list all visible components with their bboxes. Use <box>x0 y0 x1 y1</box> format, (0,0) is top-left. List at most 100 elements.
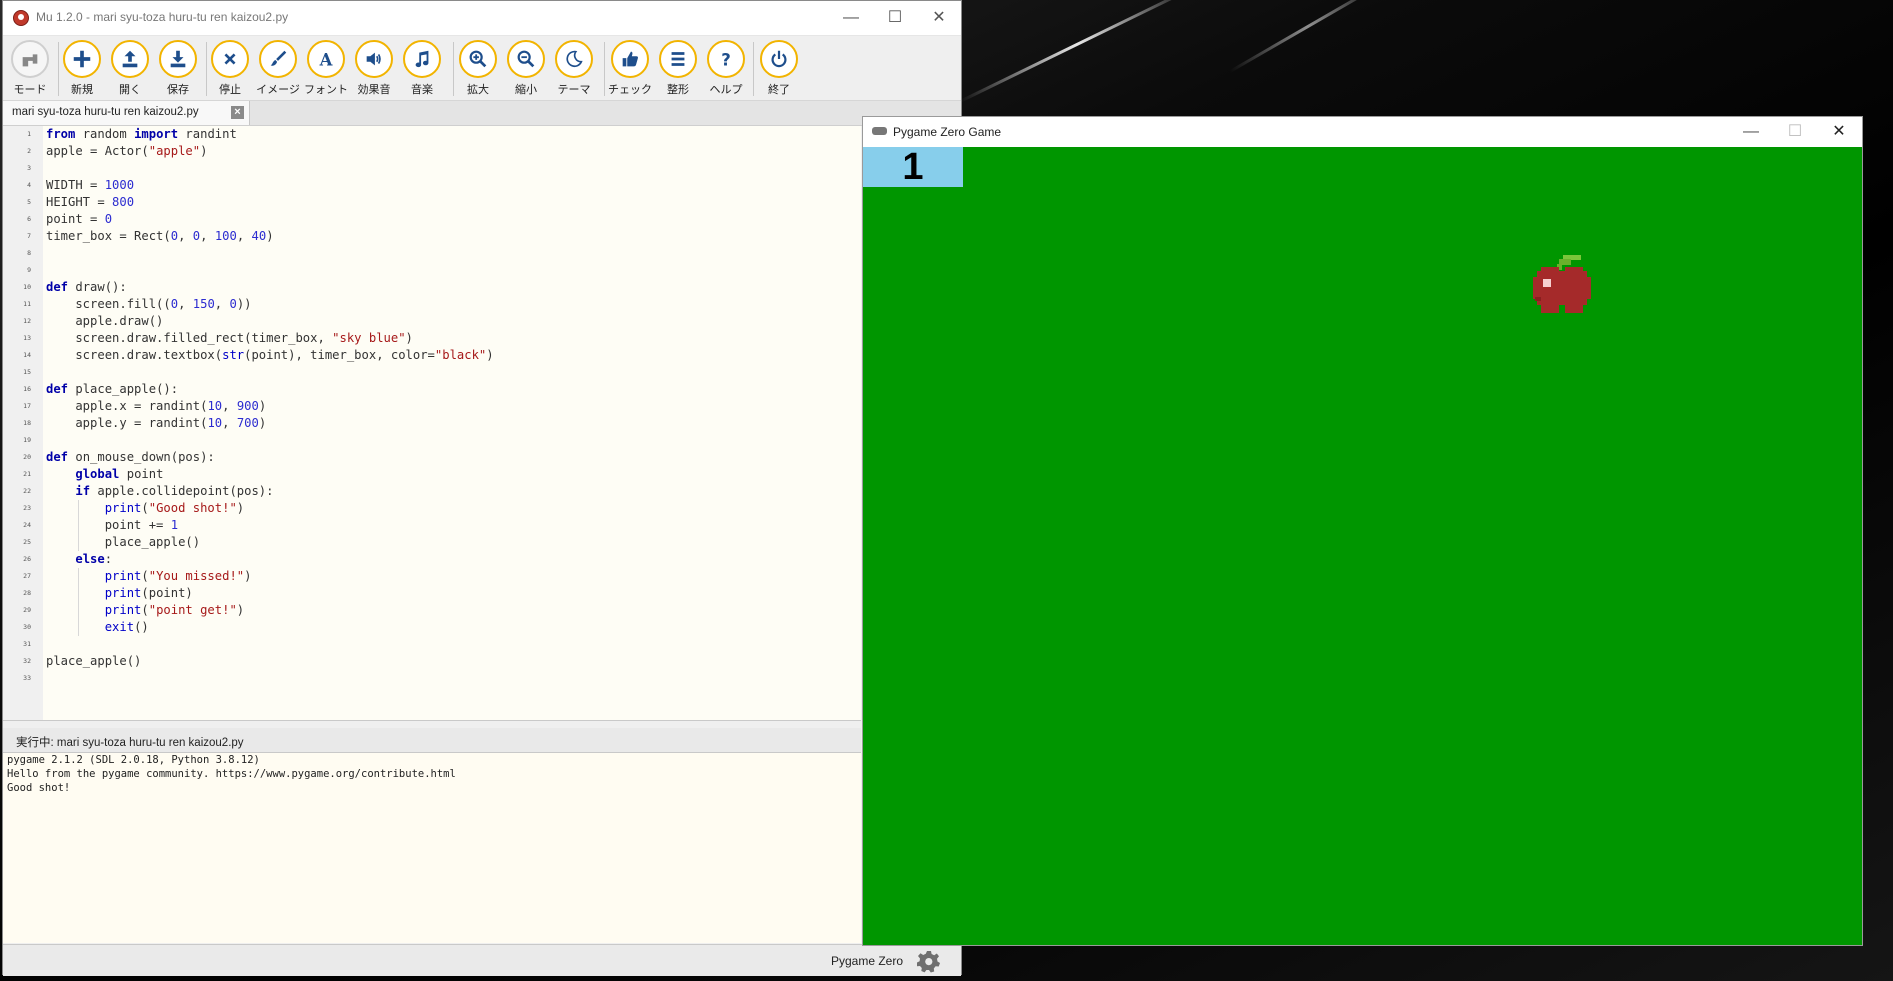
zoom-in-icon <box>459 40 497 78</box>
quit-button[interactable]: 終了 <box>755 40 803 98</box>
toolbar-separator <box>604 42 605 96</box>
code-line[interactable]: 9 <box>3 262 861 279</box>
code-text: screen.draw.textbox(str(point), timer_bo… <box>46 348 494 362</box>
brush-icon <box>259 40 297 78</box>
tidy-button[interactable]: 整形 <box>654 40 702 98</box>
tidy-label: 整形 <box>667 84 689 96</box>
zoom-in-button[interactable]: 拡大 <box>454 40 502 98</box>
code-line[interactable]: 26 else: <box>3 551 861 568</box>
code-line[interactable]: 1 from random import randint <box>3 126 861 143</box>
mu-titlebar[interactable]: Mu 1.2.0 - mari syu-toza huru-tu ren kai… <box>3 1 961 36</box>
new-button[interactable]: 新規 <box>58 40 106 98</box>
load-button[interactable]: 開く <box>106 40 154 98</box>
apple-sprite[interactable] <box>1529 253 1599 323</box>
mode-button[interactable]: モード <box>6 40 54 98</box>
images-button[interactable]: イメージ <box>254 40 302 98</box>
code-line[interactable]: 22 if apple.collidepoint(pos): <box>3 483 861 500</box>
code-line[interactable]: 19 <box>3 432 861 449</box>
code-line[interactable]: 16 def place_apple(): <box>3 381 861 398</box>
minimize-button[interactable]: — <box>829 1 873 35</box>
line-number: 7 <box>27 232 31 240</box>
code-line[interactable]: 4 WIDTH = 1000 <box>3 177 861 194</box>
close-button[interactable]: ✕ <box>1817 115 1861 149</box>
mode-indicator[interactable]: Pygame Zero <box>831 954 903 968</box>
console-line: pygame 2.1.2 (SDL 2.0.18, Python 3.8.12) <box>7 754 260 766</box>
line-number: 30 <box>23 623 31 631</box>
tab-file[interactable]: mari syu-toza huru-tu ren kaizou2.py × <box>3 101 250 125</box>
code-line[interactable]: 29 print("point get!") <box>3 602 861 619</box>
code-line[interactable]: 10 def draw(): <box>3 279 861 296</box>
stop-button[interactable]: 停止 <box>206 40 254 98</box>
theme-button[interactable]: テーマ <box>550 40 598 98</box>
code-line[interactable]: 5 HEIGHT = 800 <box>3 194 861 211</box>
code-line[interactable]: 12 apple.draw() <box>3 313 861 330</box>
code-line[interactable]: 11 screen.fill((0, 150, 0)) <box>3 296 861 313</box>
game-canvas[interactable]: 1 <box>863 146 1862 945</box>
console-line: Hello from the pygame community. https:/… <box>7 768 456 780</box>
tab-close-icon[interactable]: × <box>231 106 244 119</box>
output-console[interactable]: pygame 2.1.2 (SDL 2.0.18, Python 3.8.12)… <box>3 753 861 943</box>
code-line[interactable]: 7 timer_box = Rect(0, 0, 100, 40) <box>3 228 861 245</box>
line-number: 21 <box>23 470 31 478</box>
power-icon <box>760 40 798 78</box>
line-number: 12 <box>23 317 31 325</box>
maximize-button[interactable]: ☐ <box>1773 115 1817 149</box>
save-button[interactable]: 保存 <box>154 40 202 98</box>
code-line[interactable]: 31 <box>3 636 861 653</box>
line-number: 6 <box>27 215 31 223</box>
code-line[interactable]: 13 screen.draw.filled_rect(timer_box, "s… <box>3 330 861 347</box>
line-number: 33 <box>23 674 31 682</box>
code-line[interactable]: 2 apple = Actor("apple") <box>3 143 861 160</box>
code-text: apple.x = randint(10, 900) <box>46 399 267 413</box>
code-line[interactable]: 14 screen.draw.textbox(str(point), timer… <box>3 347 861 364</box>
load-label: 開く <box>119 84 141 96</box>
code-line[interactable]: 32 place_apple() <box>3 653 861 670</box>
code-text: HEIGHT = 800 <box>46 195 135 209</box>
code-text: timer_box = Rect(0, 0, 100, 40) <box>46 229 274 243</box>
moon-icon <box>555 40 593 78</box>
score-value: 1 <box>902 146 924 188</box>
code-line[interactable]: 17 apple.x = randint(10, 900) <box>3 398 861 415</box>
code-editor[interactable]: 1 from random import randint 2 apple = Acto… <box>3 126 861 721</box>
code-line[interactable]: 21 global point <box>3 466 861 483</box>
minimize-button[interactable]: — <box>1729 115 1773 149</box>
pygame-titlebar[interactable]: Pygame Zero Game — ☐ ✕ <box>863 117 1862 147</box>
close-button[interactable]: ✕ <box>917 1 961 35</box>
code-line[interactable]: 3 <box>3 160 861 177</box>
help-button[interactable]: ? ヘルプ <box>702 40 750 98</box>
code-text: if apple.collidepoint(pos): <box>75 484 274 498</box>
speaker-icon <box>355 40 393 78</box>
code-line[interactable]: 23 print("Good shot!") <box>3 500 861 517</box>
gear-icon[interactable] <box>917 949 941 973</box>
svg-text:?: ? <box>721 50 731 69</box>
code-line[interactable]: 20 def on_mouse_down(pos): <box>3 449 861 466</box>
line-number: 1 <box>27 130 31 138</box>
zoom-out-button[interactable]: 縮小 <box>502 40 550 98</box>
code-line[interactable]: 24 point += 1 <box>3 517 861 534</box>
maximize-button[interactable]: ☐ <box>873 1 917 35</box>
code-line[interactable]: 28 print(point) <box>3 585 861 602</box>
line-number: 11 <box>23 300 31 308</box>
code-line[interactable]: 15 <box>3 364 861 381</box>
check-button[interactable]: チェック <box>606 40 654 98</box>
line-number: 3 <box>27 164 31 172</box>
code-line[interactable]: 18 apple.y = randint(10, 700) <box>3 415 861 432</box>
code-line[interactable]: 33 <box>3 670 861 687</box>
new-label: 新規 <box>71 84 93 96</box>
fonts-button[interactable]: A フォント <box>302 40 350 98</box>
music-label: 音楽 <box>411 84 433 96</box>
line-number: 2 <box>27 147 31 155</box>
code-text: screen.fill((0, 150, 0)) <box>46 297 252 311</box>
upload-icon <box>111 40 149 78</box>
code-line[interactable]: 8 <box>3 245 861 262</box>
music-button[interactable]: 音楽 <box>398 40 446 98</box>
sounds-button[interactable]: 効果音 <box>350 40 398 98</box>
code-line[interactable]: 6 point = 0 <box>3 211 861 228</box>
code-line[interactable]: 25 place_apple() <box>3 534 861 551</box>
code-text: print(point) <box>104 586 193 600</box>
question-icon: ? <box>707 40 745 78</box>
code-line[interactable]: 27 print("You missed!") <box>3 568 861 585</box>
code-line[interactable]: 30 exit() <box>3 619 861 636</box>
code-text: print("point get!") <box>104 603 245 617</box>
thumbs-up-icon <box>611 40 649 78</box>
